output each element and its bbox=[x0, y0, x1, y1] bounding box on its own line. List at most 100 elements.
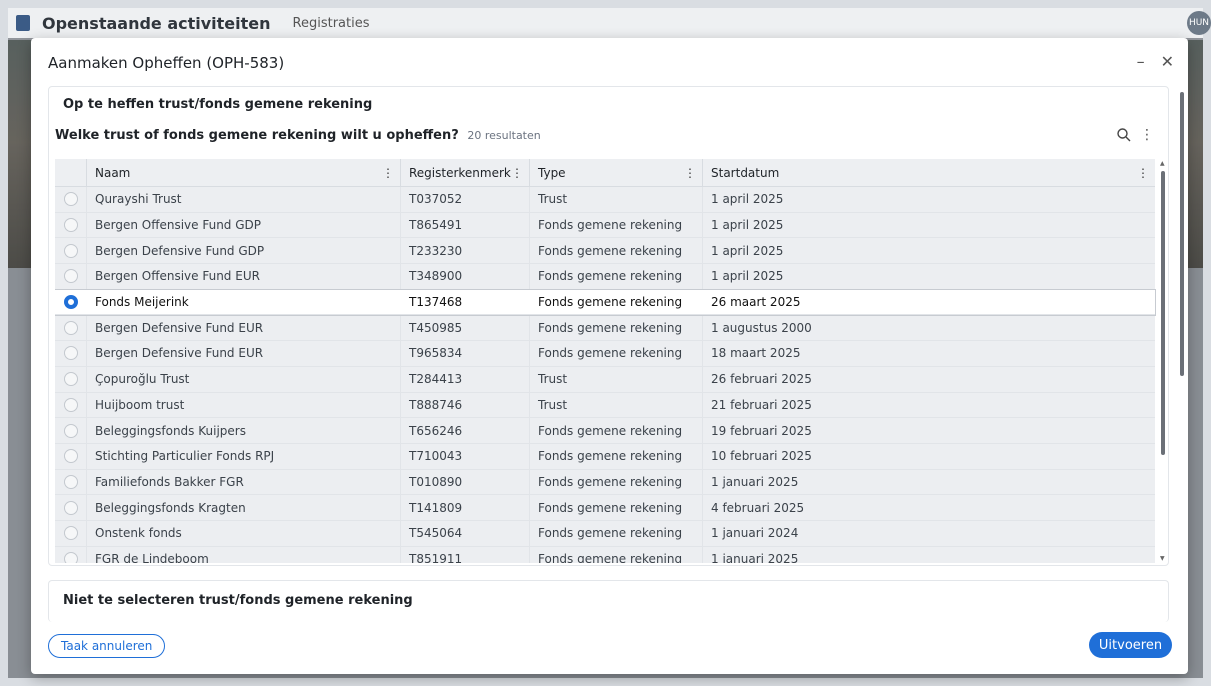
column-menu-icon[interactable]: ⋮ bbox=[511, 166, 523, 180]
row-select-cell bbox=[55, 418, 87, 443]
row-radio-button[interactable] bbox=[63, 372, 78, 387]
minimize-icon[interactable]: – bbox=[1137, 52, 1145, 71]
table-row[interactable]: Çopuroğlu Trust T284413 Trust 26 februari 2… bbox=[55, 366, 1155, 393]
cell-type: Fonds gemene rekening bbox=[530, 520, 703, 546]
search-icon[interactable] bbox=[1116, 127, 1132, 143]
table-header: Naam ⋮ Registerkenmerk ⋮ Type ⋮ Startdat… bbox=[55, 159, 1155, 187]
scrollbar-thumb[interactable] bbox=[1180, 92, 1184, 376]
cell-naam: Bergen Defensive Fund GDP bbox=[87, 238, 401, 264]
cancel-task-button[interactable]: Taak annuleren bbox=[48, 634, 166, 658]
row-radio-button[interactable] bbox=[63, 346, 78, 361]
header-startdatum[interactable]: Startdatum ⋮ bbox=[703, 159, 1155, 187]
row-select-cell bbox=[55, 341, 87, 366]
table-row[interactable]: Bergen Defensive Fund EUR T965834 Fonds ge… bbox=[55, 341, 1155, 367]
table-row[interactable]: Bergen Defensive Fund GDP T233230 Fonds ge… bbox=[55, 238, 1155, 265]
cell-type: Fonds gemene rekening bbox=[530, 495, 703, 520]
row-select-cell bbox=[55, 366, 87, 392]
column-menu-icon[interactable]: ⋮ bbox=[684, 166, 696, 180]
row-select-cell bbox=[55, 187, 87, 212]
table-row[interactable]: Huijboom trust T888746 Trust 21 februari 20… bbox=[55, 392, 1155, 419]
table-row[interactable]: Bergen Defensive Fund EUR T450985 Fonds ge… bbox=[55, 315, 1155, 342]
more-options-icon[interactable]: ⋮ bbox=[1140, 127, 1154, 143]
row-radio-button[interactable] bbox=[64, 295, 78, 310]
cell-startdatum: 26 maart 2025 bbox=[711, 295, 801, 310]
table-scrollbar[interactable]: ▲ ▼ bbox=[1158, 159, 1168, 563]
row-radio-button[interactable] bbox=[63, 218, 78, 233]
cell-type: Fonds gemene rekening bbox=[530, 418, 703, 443]
table-row[interactable]: Fonds Meijerink T137468 Fonds gemene reken… bbox=[55, 288, 1156, 317]
cell-type: Fonds gemene rekening bbox=[530, 341, 703, 366]
cell-registerkenmerk: T888746 bbox=[401, 392, 530, 418]
row-select-cell bbox=[55, 495, 87, 520]
cell-type: Fonds gemene rekening bbox=[530, 238, 703, 264]
cell-startdatum: 21 februari 2025 bbox=[711, 397, 812, 412]
cell-registerkenmerk: T865491 bbox=[401, 212, 530, 238]
row-radio-button[interactable] bbox=[63, 192, 78, 207]
cell-registerkenmerk: T141809 bbox=[401, 495, 530, 520]
cell-registerkenmerk: T137468 bbox=[409, 295, 463, 310]
row-select-cell bbox=[55, 290, 87, 315]
row-radio-button[interactable] bbox=[63, 243, 78, 258]
header-type[interactable]: Type ⋮ bbox=[530, 159, 703, 187]
cell-startdatum: 1 april 2025 bbox=[711, 192, 784, 207]
row-select-cell bbox=[55, 264, 87, 289]
cell-naam: Familiefonds Bakker FGR bbox=[87, 469, 401, 495]
header-registerkenmerk[interactable]: Registerkenmerk ⋮ bbox=[401, 159, 530, 187]
results-table: Naam ⋮ Registerkenmerk ⋮ Type ⋮ Startdat… bbox=[55, 159, 1168, 563]
row-radio-button[interactable] bbox=[63, 526, 78, 541]
tab-registraties[interactable]: Registraties bbox=[293, 16, 370, 31]
cell-startdatum: 1 april 2025 bbox=[711, 218, 784, 233]
cell-registerkenmerk: T233230 bbox=[401, 238, 530, 264]
cell-startdatum: 1 januari 2025 bbox=[711, 474, 799, 489]
table-row[interactable]: Bergen Offensive Fund EUR T348900 Fonds ge… bbox=[55, 264, 1155, 290]
table-row[interactable]: FGR de Lindeboom T851911 Fonds gemene reke… bbox=[55, 546, 1155, 563]
modal-scrollbar[interactable] bbox=[1179, 86, 1185, 616]
header-naam[interactable]: Naam ⋮ bbox=[87, 159, 401, 187]
cell-registerkenmerk: T010890 bbox=[401, 469, 530, 495]
results-count: 20 resultaten bbox=[467, 129, 541, 142]
row-radio-button[interactable] bbox=[63, 320, 78, 335]
column-menu-icon[interactable]: ⋮ bbox=[1137, 166, 1149, 180]
row-radio-button[interactable] bbox=[63, 551, 78, 563]
run-button[interactable]: Uitvoeren bbox=[1088, 632, 1173, 658]
row-radio-button[interactable] bbox=[63, 449, 78, 464]
app-header: Openstaande activiteiten Registraties HU… bbox=[8, 8, 1211, 38]
close-icon[interactable]: ✕ bbox=[1161, 52, 1174, 71]
cell-startdatum: 18 maart 2025 bbox=[711, 346, 801, 361]
row-select-cell bbox=[55, 469, 87, 495]
table-row[interactable]: Beleggingsfonds Kuijpers T656246 Fonds gem… bbox=[55, 418, 1155, 444]
cell-registerkenmerk: T037052 bbox=[401, 187, 530, 212]
scroll-down-icon[interactable]: ▼ bbox=[1160, 555, 1165, 562]
table-row[interactable]: Stichting Particulier Fonds RPJ T710043 Fo… bbox=[55, 443, 1155, 470]
cell-naam: Qurayshi Trust bbox=[87, 187, 401, 212]
section-niet-te-selecteren: Niet te selecteren trust/fonds gemene re… bbox=[48, 580, 1169, 622]
cell-naam: Bergen Offensive Fund EUR bbox=[87, 264, 401, 289]
cell-registerkenmerk: T545064 bbox=[401, 520, 530, 546]
row-radio-button[interactable] bbox=[63, 423, 78, 438]
row-radio-button[interactable] bbox=[63, 474, 78, 489]
cell-type: Fonds gemene rekening bbox=[530, 264, 703, 289]
column-menu-icon[interactable]: ⋮ bbox=[382, 166, 394, 180]
table-row[interactable]: Onstenk fonds T545064 Fonds gemene rekenin… bbox=[55, 520, 1155, 547]
cell-type: Trust bbox=[530, 187, 703, 212]
avatar[interactable]: HUN bbox=[1187, 11, 1211, 35]
header-label: Type bbox=[538, 166, 566, 180]
table-row[interactable]: Familiefonds Bakker FGR T010890 Fonds geme… bbox=[55, 469, 1155, 496]
cell-registerkenmerk: T710043 bbox=[401, 443, 530, 469]
row-radio-button[interactable] bbox=[63, 397, 78, 412]
table-row[interactable]: Qurayshi Trust T037052 Trust 1 april 2025 bbox=[55, 187, 1155, 213]
question-text: Welke trust of fonds gemene rekening wil… bbox=[55, 128, 459, 143]
row-select-cell bbox=[55, 520, 87, 546]
row-select-cell bbox=[55, 443, 87, 469]
table-row[interactable]: Beleggingsfonds Kragten T141809 Fonds geme… bbox=[55, 495, 1155, 521]
cell-startdatum: 19 februari 2025 bbox=[711, 423, 812, 438]
app-icon bbox=[16, 15, 30, 31]
cell-type: Trust bbox=[530, 392, 703, 418]
scroll-up-icon[interactable]: ▲ bbox=[1160, 160, 1165, 167]
row-radio-button[interactable] bbox=[63, 269, 78, 284]
cell-registerkenmerk: T851911 bbox=[401, 546, 530, 563]
cell-registerkenmerk: T284413 bbox=[401, 366, 530, 392]
table-row[interactable]: Bergen Offensive Fund GDP T865491 Fonds ge… bbox=[55, 212, 1155, 239]
scrollbar-thumb[interactable] bbox=[1161, 171, 1165, 455]
row-radio-button[interactable] bbox=[63, 500, 78, 515]
